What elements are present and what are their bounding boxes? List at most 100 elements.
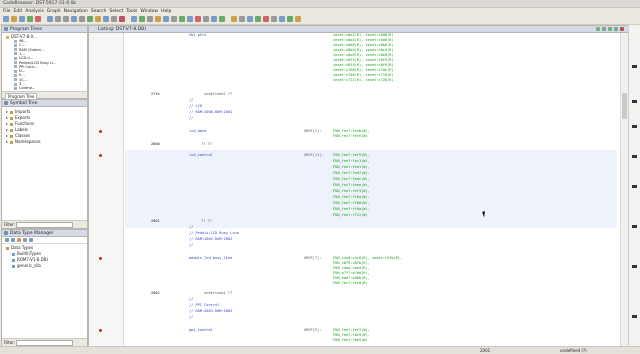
listing-line[interactable]: // — [189, 315, 193, 319]
overview-marker[interactable] — [632, 100, 637, 103]
error-icon[interactable] — [195, 16, 201, 22]
listing-line[interactable]: // RAM:2000-RAM:2001 — [189, 110, 232, 114]
data-type-item[interactable]: Data Types — [6, 245, 33, 250]
xref-line[interactable]: FUN_fec7:fed7(W), — [333, 171, 370, 175]
symbol-tree-item[interactable]: ▸ Imports — [6, 109, 30, 114]
xref-line[interactable]: FUN_fee7:fef2(W), — [333, 328, 370, 332]
xref-line[interactable]: zexet:c722(R), zexet:c728(R) — [333, 78, 394, 82]
import-icon[interactable] — [295, 16, 301, 22]
label-icon[interactable] — [71, 16, 77, 22]
copy-icon[interactable] — [47, 16, 53, 22]
script-icon[interactable] — [179, 16, 185, 22]
dtm-tool-icon[interactable] — [11, 238, 15, 242]
listing-line[interactable]: // — [189, 225, 193, 229]
bookmark-icon[interactable] — [147, 16, 153, 22]
xref-line[interactable]: zexet:c8a6(R), zexet:c8b0(R) — [333, 43, 394, 47]
export-icon[interactable] — [287, 16, 293, 22]
nav-icon[interactable] — [19, 16, 25, 22]
xref-line[interactable]: zexet:c8e6(R), zexet:c8e8(R) — [333, 53, 394, 57]
data-type-item[interactable]: generic_clib — [12, 263, 41, 268]
xref-line[interactable]: FUN_c879:c87b(R), — [333, 261, 370, 265]
undefined-icon[interactable] — [119, 16, 125, 22]
xref-line[interactable]: FUN_fee7:ff0a(W), — [333, 195, 370, 199]
xref-line[interactable]: zexet:c708(R), zexet:c718(R) — [333, 73, 394, 77]
listing-line[interactable]: // PPI Control — [189, 303, 219, 307]
expand-icon[interactable]: ▸ — [6, 121, 8, 126]
xref-line[interactable]: zexet:c708(R), zexet:c7dc(R) — [333, 68, 394, 72]
xref-line[interactable]: FUN_fee7:fed1(W), — [333, 165, 370, 169]
xref-line[interactable]: FUN_fec7:feee(W), — [333, 183, 370, 187]
listing-line[interactable]: 2001 — [151, 219, 160, 223]
search-icon[interactable] — [131, 16, 137, 22]
xref-line[interactable]: FUN_fee7:fbe5(W) — [333, 338, 368, 342]
listing-line[interactable]: XREF[7]: — [304, 256, 321, 260]
warning-icon[interactable] — [231, 16, 237, 22]
copy-icon[interactable] — [596, 27, 600, 31]
listing-line[interactable]: undefined1 ?? — [204, 291, 232, 295]
listing-line[interactable]: // LCD — [189, 104, 202, 108]
back-icon[interactable] — [3, 16, 9, 22]
listing-line[interactable]: XREF[5]: — [304, 328, 321, 332]
undo-icon[interactable] — [55, 16, 61, 22]
redo-icon[interactable] — [63, 16, 69, 22]
xref-line[interactable]: FUN_fee7:fec1(W), — [333, 159, 370, 163]
xref-line[interactable]: FUN_fec7:fef6(W) — [333, 134, 368, 138]
check-icon[interactable] — [219, 16, 225, 22]
xref-line[interactable]: FUN_fee7:fef9(W), — [333, 153, 370, 157]
xref-line[interactable]: zexet:c8f4(R), zexet:c8f6(R) — [333, 63, 394, 67]
listing-tab[interactable]: Listing: DST-V7-8.DB) — [98, 27, 146, 32]
symbol-tree-item[interactable]: ▸ Namespaces — [6, 139, 41, 144]
symbol-tree-item[interactable]: ▸ Classes — [6, 133, 30, 138]
xref-line[interactable]: FUN_fee7:ff12(W) — [333, 213, 368, 217]
marker-icon[interactable] — [99, 154, 102, 157]
dtm-tool-icon[interactable] — [29, 238, 33, 242]
listing-line[interactable]: pedals_lcd_busy_line — [189, 256, 232, 260]
data-icon[interactable] — [95, 16, 101, 22]
expand-icon[interactable]: ▸ — [6, 115, 8, 120]
decompile-icon[interactable] — [255, 16, 261, 22]
xref-line[interactable]: FUN_fee7:fef3(W), — [333, 189, 370, 193]
listing-line[interactable]: 2000 — [151, 142, 160, 146]
listing-line[interactable]: undefined2 ?? — [204, 92, 232, 96]
paste-icon[interactable] — [602, 27, 606, 31]
overview-bar[interactable] — [628, 25, 640, 346]
listing-line[interactable]: ?? ?? — [201, 142, 212, 146]
listing-line[interactable]: ppi_control — [189, 328, 213, 332]
graph-icon[interactable] — [155, 16, 161, 22]
symbol-tree-item[interactable]: ▸ Exports — [6, 115, 30, 120]
marker-icon[interactable] — [99, 329, 102, 332]
symbol-tree-item[interactable]: ▸ Functions — [6, 121, 34, 126]
expand-icon[interactable]: ▸ — [6, 139, 8, 144]
settings-icon[interactable] — [171, 16, 177, 22]
expand-icon[interactable]: ▸ — [6, 127, 8, 132]
tool-icon[interactable] — [239, 16, 245, 22]
xref-line[interactable]: FUN_fec7:fedc(W), — [333, 177, 370, 181]
close-icon[interactable] — [263, 16, 269, 22]
listing-line[interactable]: // RAM:2002-RAM:2002 — [189, 237, 232, 241]
listing-line[interactable]: tbl_ptrs — [189, 33, 206, 37]
overview-marker[interactable] — [632, 185, 637, 188]
listing-line[interactable]: lcd_data — [189, 129, 206, 133]
xref-line[interactable]: FUN_fee7:ff0a(W), — [333, 207, 370, 211]
listing-line[interactable]: // RAM:2003-RAM:2003 — [189, 309, 232, 313]
xref-line[interactable]: zexet:c8a2(R), zexet:c8d0(R) — [333, 33, 394, 37]
listing-line[interactable]: // — [189, 116, 193, 120]
overview-marker[interactable] — [632, 65, 637, 68]
field-edit-icon[interactable] — [608, 27, 612, 31]
listing-line[interactable]: // — [189, 243, 193, 247]
listing-line[interactable]: // — [189, 297, 193, 301]
overview-marker[interactable] — [632, 155, 637, 158]
listing-line[interactable]: lcd_control — [189, 153, 213, 157]
scroll-thumb[interactable] — [622, 93, 627, 119]
overview-marker[interactable] — [632, 315, 637, 318]
stop-icon[interactable] — [35, 16, 41, 22]
bytes-icon[interactable] — [187, 16, 193, 22]
xref-line[interactable]: FUN_fec7:fec8(R) — [333, 281, 368, 285]
overview-marker[interactable] — [632, 125, 637, 128]
overview-marker[interactable] — [632, 225, 637, 228]
string-icon[interactable] — [103, 16, 109, 22]
xref-line[interactable]: FUN_fec7:fe4b(W), — [333, 129, 370, 133]
analyze-icon[interactable] — [211, 16, 217, 22]
listing-line[interactable]: // — [189, 98, 193, 102]
listing-line[interactable]: 2002 — [151, 291, 160, 295]
